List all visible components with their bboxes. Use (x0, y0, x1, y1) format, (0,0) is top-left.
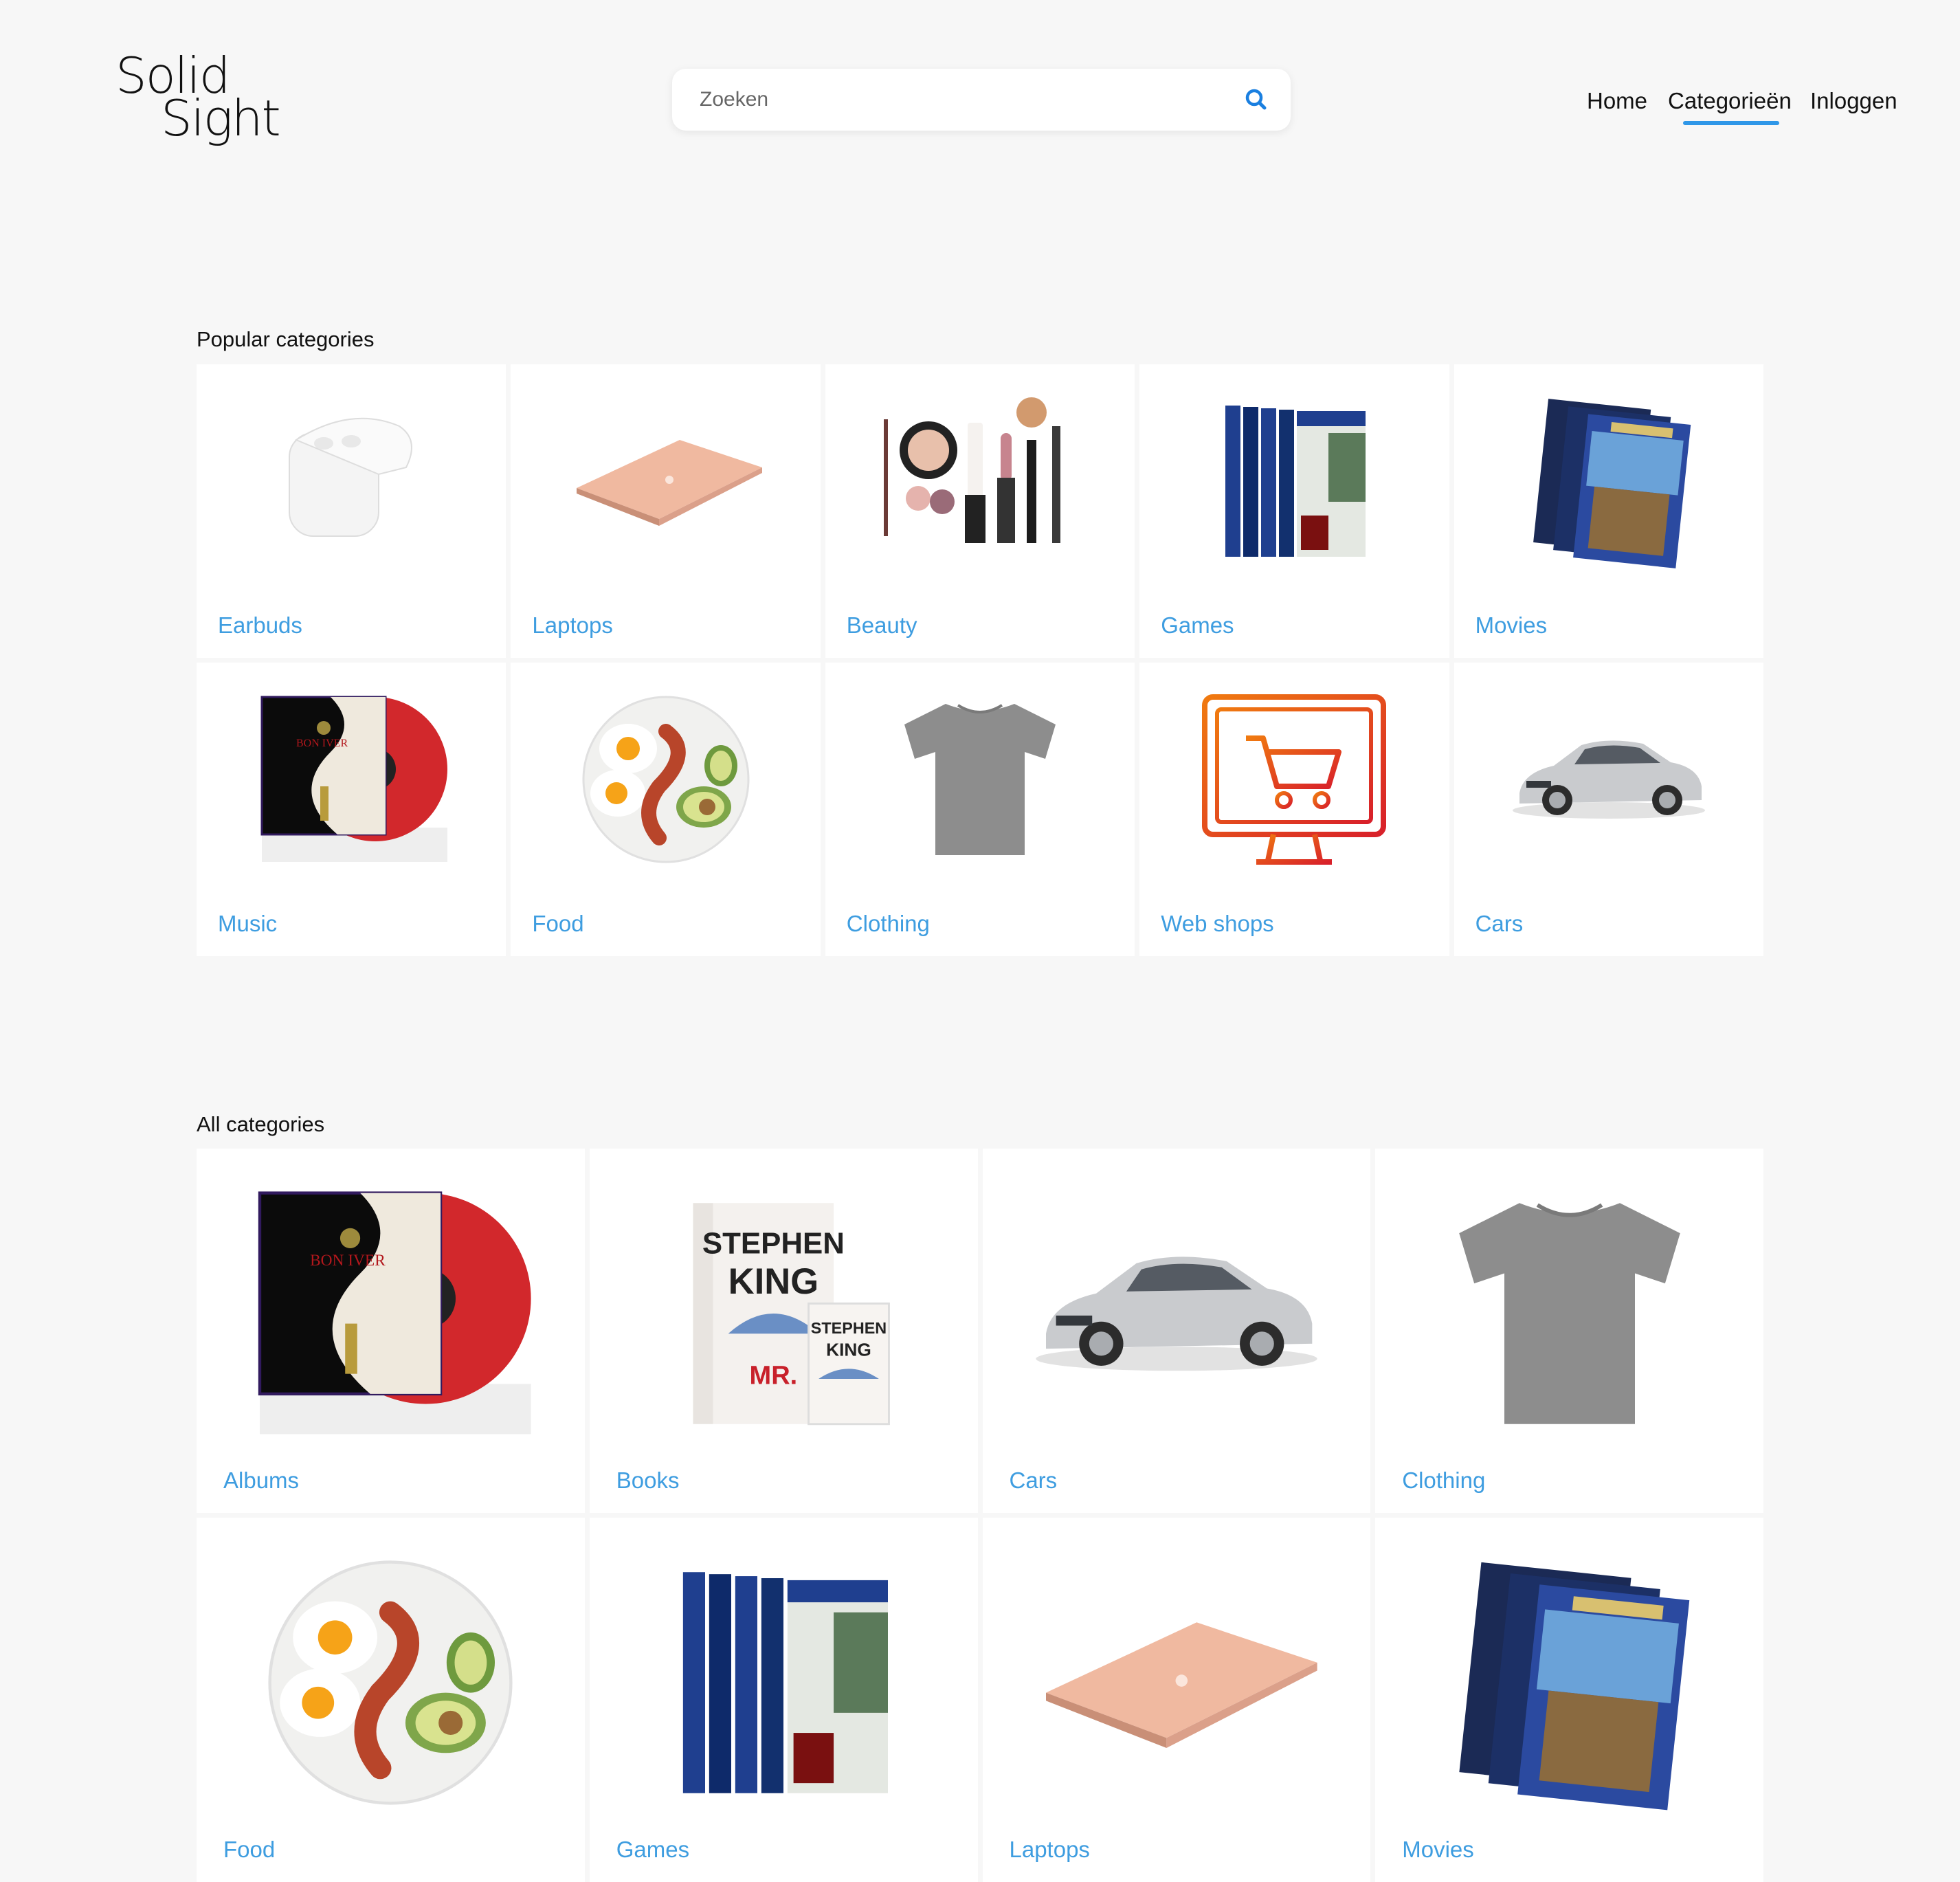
nav-categories-link[interactable]: Categorieën (1668, 88, 1792, 114)
game-boxes-image (1191, 392, 1397, 571)
svg-text:BON IVER: BON IVER (296, 738, 348, 749)
svg-text:KING: KING (728, 1261, 819, 1302)
search-icon[interactable] (1243, 86, 1270, 113)
category-label[interactable]: Laptops (1010, 1837, 1090, 1863)
category-card-food[interactable]: Food (197, 1518, 585, 1882)
category-label[interactable]: Cars (1475, 911, 1524, 937)
category-label[interactable]: Games (616, 1837, 689, 1863)
logo-line-2: Sight (161, 89, 281, 147)
tshirt-image (877, 690, 1083, 869)
popular-categories-title: Popular categories (197, 327, 375, 351)
all-categories-grid: BON IVER Albums STEPHEN KING MR. STEPHEN KING B… (197, 1149, 1763, 1882)
vinyl-album-image: BON IVER (248, 690, 454, 869)
dvd-cases-image (1506, 392, 1712, 571)
category-label[interactable]: Music (218, 911, 277, 937)
books-image: STEPHEN KING MR. STEPHEN KING (632, 1183, 935, 1444)
vinyl-album-image: BON IVER (239, 1183, 542, 1444)
nav-active-indicator (1683, 121, 1779, 125)
category-card-music[interactable]: BON IVER Music (197, 663, 506, 956)
category-card-cars[interactable]: Cars (982, 1149, 1371, 1513)
category-card-cars[interactable]: Cars (1454, 663, 1763, 956)
earbuds-case-image (248, 392, 454, 571)
category-label[interactable]: Beauty (847, 612, 917, 639)
makeup-image (877, 392, 1083, 571)
category-card-food[interactable]: Food (511, 663, 821, 956)
category-label[interactable]: Food (532, 911, 583, 937)
category-card-laptops[interactable]: Laptops (511, 364, 821, 658)
nav-home-link[interactable]: Home (1587, 88, 1647, 114)
category-card-albums[interactable]: BON IVER Albums (197, 1149, 585, 1513)
game-boxes-image (632, 1552, 935, 1813)
category-card-games[interactable]: Games (1139, 364, 1449, 658)
car-image (1025, 1183, 1328, 1444)
category-label[interactable]: Games (1161, 612, 1234, 639)
category-label[interactable]: Earbuds (218, 612, 302, 639)
category-label[interactable]: Movies (1402, 1837, 1474, 1863)
category-card-games[interactable]: Games (589, 1518, 978, 1882)
search-input[interactable] (700, 88, 1222, 111)
nav-login-link[interactable]: Inloggen (1810, 88, 1897, 114)
svg-text:STEPHEN: STEPHEN (811, 1319, 887, 1337)
svg-text:MR.: MR. (750, 1361, 798, 1390)
svg-text:BON IVER: BON IVER (310, 1252, 386, 1270)
category-label[interactable]: Books (616, 1468, 680, 1494)
category-label[interactable]: Albums (223, 1468, 299, 1494)
category-card-movies[interactable]: Movies (1375, 1518, 1763, 1882)
category-card-movies[interactable]: Movies (1454, 364, 1763, 658)
dvd-cases-image (1418, 1552, 1721, 1813)
category-card-clothing[interactable]: Clothing (825, 663, 1135, 956)
category-card-earbuds[interactable]: Earbuds (197, 364, 506, 658)
all-categories-title: All categories (197, 1112, 325, 1136)
category-card-beauty[interactable]: Beauty (825, 364, 1135, 658)
category-label[interactable]: Web shops (1161, 911, 1273, 937)
svg-text:STEPHEN: STEPHEN (702, 1226, 845, 1260)
solid-sight-logo[interactable]: Solid Sight (115, 48, 294, 158)
category-label[interactable]: Food (223, 1837, 275, 1863)
search-bar (672, 69, 1291, 131)
category-label[interactable]: Laptops (532, 612, 612, 639)
breakfast-plate-image (239, 1552, 542, 1813)
laptop-image (563, 392, 769, 571)
category-label[interactable]: Cars (1010, 1468, 1058, 1494)
category-card-web-shops[interactable]: Web shops (1139, 663, 1449, 956)
category-label[interactable]: Movies (1475, 612, 1548, 639)
category-label[interactable]: Clothing (847, 911, 930, 937)
category-label[interactable]: Clothing (1402, 1468, 1485, 1494)
car-image (1506, 690, 1712, 869)
popular-categories-grid: Earbuds Laptops Beauty Games Movies BON IVER M… (197, 364, 1763, 956)
svg-text:KING: KING (826, 1339, 871, 1360)
tshirt-image (1418, 1183, 1721, 1444)
category-card-laptops[interactable]: Laptops (982, 1518, 1371, 1882)
laptop-image (1025, 1552, 1328, 1813)
breakfast-plate-image (563, 690, 769, 869)
shopping-cart-monitor-icon (1191, 690, 1397, 869)
category-card-clothing[interactable]: Clothing (1375, 1149, 1763, 1513)
category-card-books[interactable]: STEPHEN KING MR. STEPHEN KING Books (589, 1149, 978, 1513)
